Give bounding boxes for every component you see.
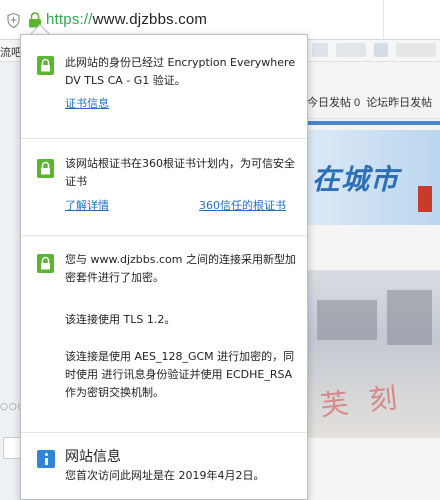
page-left-box [3, 437, 21, 459]
connection-cipher-text: 您与 www.djzbbs.com 之间的连接采用新型加密套件进行了加密。 [65, 253, 296, 284]
page-blue-bar [307, 121, 440, 125]
address-bar-separator [383, 0, 384, 40]
site-info-title: 网站信息 [65, 449, 121, 465]
green-lock-icon [37, 56, 54, 75]
certificate-info-link[interactable]: 证书信息 [65, 95, 109, 111]
page-divider [307, 118, 440, 119]
root-cert-section: 该网站根证书在360根证书计划内，为可信安全证书 了解详情 360信任的根证书 [21, 139, 307, 235]
green-lock-icon [37, 254, 54, 273]
url-scheme: https:// [46, 11, 93, 28]
connection-section: 您与 www.djzbbs.com 之间的连接采用新型加密套件进行了加密。 该连… [21, 236, 307, 432]
site-info-section: 网站信息 您首次访问此网址是在 2019年4月2日。 [21, 433, 307, 499]
site-info-text: 您首次访问此网址是在 2019年4月2日。 [65, 469, 265, 482]
yesterday-posts-link[interactable]: 论坛昨日发帖 [366, 97, 432, 109]
info-icon [37, 450, 55, 468]
identity-text: 此网站的身份已经过 Encryption Everywhere DV TLS C… [65, 56, 296, 87]
connection-tls-text: 该连接使用 TLS 1.2。 [65, 313, 176, 326]
bookmark-item[interactable]: 流吧 [0, 44, 22, 60]
forum-stats-links: 今日发帖 0 论坛昨日发帖 [307, 94, 438, 110]
banner-red-mark [418, 186, 432, 212]
blurred-bookmark [396, 43, 436, 57]
today-posts-link[interactable]: 今日发帖 0 [307, 97, 360, 109]
learn-more-link[interactable]: 了解详情 [65, 197, 109, 213]
photo-building [317, 300, 377, 340]
shield-icon[interactable] [7, 13, 20, 28]
blurred-bookmark [336, 43, 366, 57]
blurred-bookmark [374, 43, 388, 57]
root-cert-text: 该网站根证书在360根证书计划内，为可信安全证书 [65, 157, 295, 188]
page-left-strip [0, 62, 20, 500]
trusted-root-certs-link[interactable]: 360信任的根证书 [199, 197, 286, 213]
identity-section: 此网站的身份已经过 Encryption Everywhere DV TLS C… [21, 35, 307, 138]
banner-text: 在城市 [312, 163, 400, 196]
photo-building [387, 290, 432, 345]
site-security-popup: 此网站的身份已经过 Encryption Everywhere DV TLS C… [20, 34, 308, 500]
blurred-bookmark [312, 43, 328, 57]
url-display[interactable]: https://www.djzbbs.com [46, 11, 207, 28]
url-host: www.djzbbs.com [92, 11, 208, 28]
green-lock-icon [37, 159, 54, 178]
connection-detail-text: 该连接是使用 AES_128_GCM 进行加密的，同时使用 进行讯息身份验证并使… [65, 350, 295, 399]
